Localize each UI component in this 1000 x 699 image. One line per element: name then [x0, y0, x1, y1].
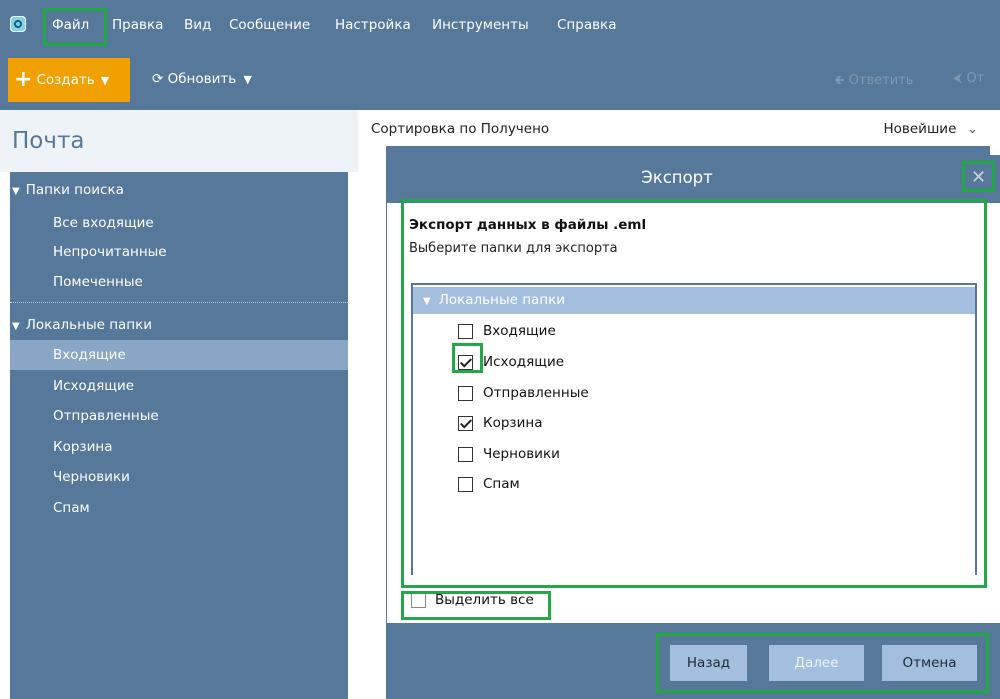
sidebar-group-local[interactable]: ▼ Локальные папки — [12, 317, 152, 333]
menu-help[interactable]: Справка — [557, 17, 616, 33]
menu-bar: Файл Правка Вид Сообщение Настройка Инст… — [0, 0, 1000, 46]
checkbox-icon[interactable] — [458, 476, 473, 492]
folder-row-sent[interactable]: Отправленные — [458, 382, 589, 404]
next-button[interactable]: Далее — [769, 645, 864, 681]
select-all-label: Выделить все — [435, 592, 534, 608]
menu-tools[interactable]: Инструменты — [432, 17, 529, 33]
reply-all-icon: ⮜ — [953, 71, 963, 86]
create-button[interactable]: + Создать ▼ — [8, 58, 130, 102]
sidebar-group-search-label: Папки поиска — [25, 182, 124, 198]
folder-row-trash[interactable]: Корзина — [458, 412, 542, 434]
sort-label[interactable]: Сортировка по Получено — [371, 121, 549, 137]
dialog-heading: Экспорт данных в файлы .eml — [409, 217, 647, 233]
caret-down-icon: ▼ — [243, 73, 252, 86]
reply-all-button[interactable]: ⮜ От — [953, 71, 984, 86]
sidebar: Почта ▼ Папки поиска Все входящие Непрочи… — [0, 110, 358, 699]
folder-label: Спам — [483, 476, 520, 492]
checkbox-icon[interactable] — [458, 446, 473, 462]
sidebar-item-flagged[interactable]: Помеченные — [10, 267, 348, 297]
sort-bar: Сортировка по Получено Новейшие ⌄ — [358, 110, 990, 146]
menu-edit[interactable]: Правка — [112, 17, 163, 33]
app-icon — [10, 16, 26, 32]
checkbox-icon[interactable] — [458, 323, 473, 339]
checkbox-icon[interactable] — [458, 415, 473, 431]
sidebar-divider — [10, 302, 348, 303]
create-button-label: Создать — [36, 72, 95, 88]
sidebar-item-all-inbox[interactable]: Все входящие — [10, 208, 348, 238]
folder-label: Исходящие — [483, 354, 565, 370]
sidebar-item-spam[interactable]: Спам — [10, 493, 348, 523]
select-all-checkbox[interactable]: Выделить все — [411, 592, 534, 608]
tree-root-local-folders[interactable]: ▼ Локальные папки — [413, 287, 975, 314]
export-dialog: Экспорт ✕ Экспорт данных в файлы .eml Вы… — [387, 155, 1000, 699]
triangle-down-icon: ▼ — [12, 186, 20, 197]
sidebar-item-inbox[interactable]: Входящие — [10, 340, 348, 370]
checkbox-icon[interactable] — [458, 385, 473, 401]
folder-row-inbox[interactable]: Входящие — [458, 320, 556, 342]
sidebar-item-trash[interactable]: Корзина — [10, 432, 348, 462]
sidebar-group-search[interactable]: ▼ Папки поиска — [12, 182, 124, 198]
menu-settings[interactable]: Настройка — [335, 17, 411, 33]
dialog-footer: Назад Далее Отмена — [387, 623, 1000, 699]
folder-label: Отправленные — [483, 385, 589, 401]
folder-label: Черновики — [483, 446, 560, 462]
sort-order-dropdown[interactable]: Новейшие ⌄ — [884, 121, 979, 137]
back-button[interactable]: Назад — [670, 645, 747, 681]
select-all-strip: Выделить все — [387, 575, 1000, 622]
menu-message[interactable]: Сообщение — [229, 17, 310, 33]
dialog-title: Экспорт — [641, 168, 713, 187]
folder-row-drafts[interactable]: Черновики — [458, 443, 560, 465]
folder-label: Корзина — [483, 415, 543, 431]
checkbox-icon[interactable] — [411, 592, 426, 608]
tree-root-label: Локальные папки — [438, 292, 566, 308]
sort-order-label: Новейшие — [883, 121, 957, 137]
dialog-subheading: Выберите папки для экспорта — [409, 241, 618, 256]
folder-tree: ▼ Локальные папки Входящие Исходящие Отпр… — [411, 283, 977, 580]
reply-all-button-label: От — [966, 71, 985, 86]
triangle-down-icon: ▼ — [12, 321, 20, 332]
reply-button[interactable]: 🡸 Ответить — [834, 71, 913, 93]
sidebar-header: Почта — [0, 110, 358, 172]
dialog-body: Экспорт данных в файлы .eml Выберите пап… — [387, 203, 1000, 623]
refresh-button[interactable]: ⟳ Обновить ▼ — [152, 71, 252, 87]
menu-file[interactable]: Файл — [52, 17, 89, 33]
refresh-icon: ⟳ — [152, 71, 164, 87]
folder-row-outbox[interactable]: Исходящие — [458, 351, 564, 373]
sidebar-item-unread[interactable]: Непрочитанные — [10, 237, 348, 267]
sidebar-item-drafts[interactable]: Черновики — [10, 462, 348, 492]
message-list-area — [358, 146, 386, 699]
sidebar-group-local-label: Локальные папки — [25, 317, 153, 333]
triangle-down-icon: ▼ — [423, 296, 431, 307]
checkbox-icon[interactable] — [458, 354, 473, 370]
caret-down-icon: ▼ — [100, 73, 110, 87]
close-icon[interactable]: ✕ — [962, 160, 995, 194]
toolbar: + Создать ▼ ⟳ Обновить ▼ 🡸 Ответить ⮜ От — [0, 46, 1000, 110]
cancel-button[interactable]: Отмена — [882, 645, 977, 681]
plus-icon: + — [14, 67, 33, 92]
refresh-button-label: Обновить — [167, 71, 237, 87]
sidebar-item-outbox[interactable]: Исходящие — [10, 371, 348, 401]
reply-icon: 🡸 — [834, 73, 845, 88]
reply-button-label: Ответить — [848, 73, 914, 88]
chevron-down-icon: ⌄ — [966, 121, 978, 137]
sidebar-title: Почта — [12, 128, 85, 154]
menu-view[interactable]: Вид — [184, 17, 211, 33]
sidebar-item-sent[interactable]: Отправленные — [10, 401, 348, 431]
folder-row-spam[interactable]: Спам — [458, 473, 520, 495]
dialog-titlebar: Экспорт ✕ — [387, 155, 1000, 203]
folder-label: Входящие — [483, 323, 556, 339]
